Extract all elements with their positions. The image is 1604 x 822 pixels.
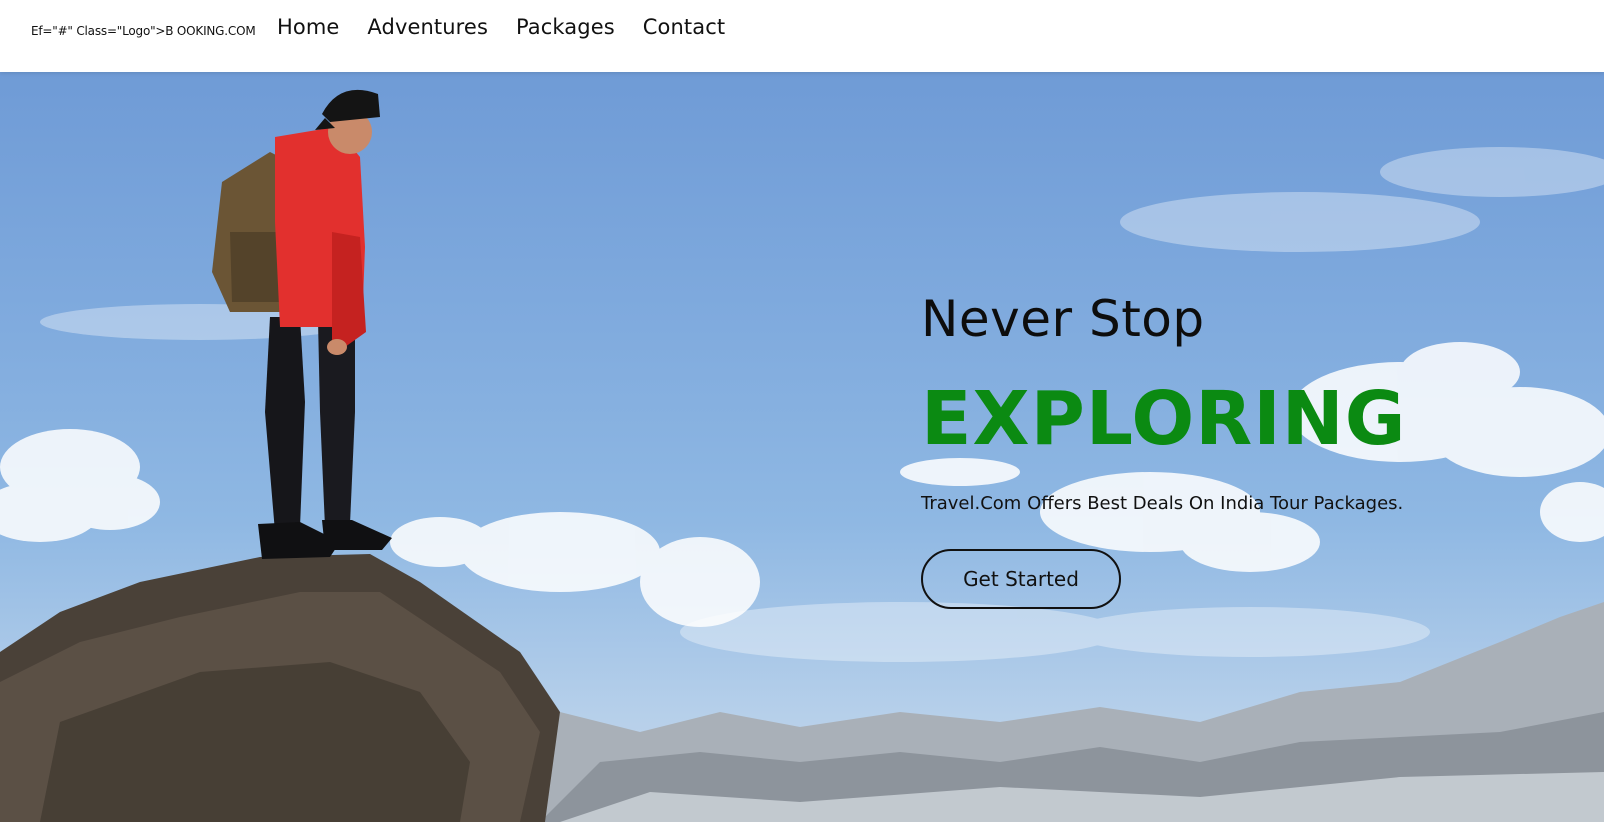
hero-description: Travel.Com Offers Best Deals On India To…: [921, 493, 1404, 514]
hero-text: Never Stop EXPLORING Travel.Com Offers B…: [921, 294, 1406, 609]
get-started-button[interactable]: Get Started: [921, 549, 1121, 609]
hero-title: EXPLORING: [921, 376, 1407, 462]
nav-contact-link[interactable]: Contact: [643, 15, 725, 39]
hero-section: Never Stop EXPLORING Travel.Com Offers B…: [0, 72, 1604, 822]
main-nav: Home Adventures Packages Contact: [277, 15, 725, 39]
site-header: Ef="#" Class="Logo">B OOKING.COM Home Ad…: [0, 0, 1604, 72]
logo-link[interactable]: Ef="#" Class="Logo">B OOKING.COM: [31, 24, 256, 38]
nav-packages-link[interactable]: Packages: [516, 15, 615, 39]
nav-home-link[interactable]: Home: [277, 15, 339, 39]
nav-adventures-link[interactable]: Adventures: [367, 15, 488, 39]
hero-subtitle: Never Stop: [921, 290, 1205, 348]
